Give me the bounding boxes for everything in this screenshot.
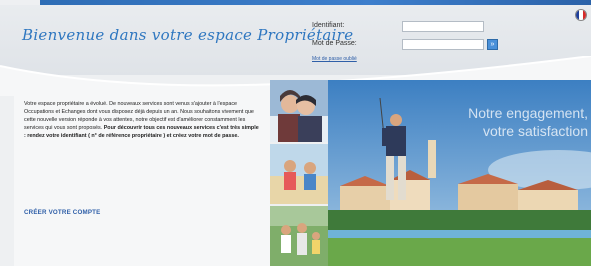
slogan: Notre engagement, votre satisfaction bbox=[418, 104, 588, 140]
intro-text: Votre espace propriétaire a évolué. De n… bbox=[24, 100, 259, 140]
create-account-link[interactable]: CRÉER VOTRE COMPTE bbox=[24, 209, 100, 216]
french-flag-icon[interactable] bbox=[575, 9, 587, 21]
password-label: Mot de Passe: bbox=[312, 40, 357, 47]
welcome-title: Bienvenue dans votre espace Propriétaire bbox=[22, 26, 354, 44]
children-beach-photo bbox=[270, 144, 328, 204]
family-photo bbox=[270, 206, 328, 266]
couple-photo bbox=[270, 80, 328, 142]
photo-thumbnails bbox=[270, 80, 328, 266]
password-input[interactable] bbox=[402, 39, 484, 50]
login-submit-button[interactable]: » bbox=[487, 39, 498, 50]
slogan-line-1: Notre engagement, bbox=[468, 105, 588, 121]
slogan-line-2: votre satisfaction bbox=[482, 123, 588, 139]
identifier-label: Identifiant: bbox=[312, 22, 345, 29]
identifier-input[interactable] bbox=[402, 21, 484, 32]
